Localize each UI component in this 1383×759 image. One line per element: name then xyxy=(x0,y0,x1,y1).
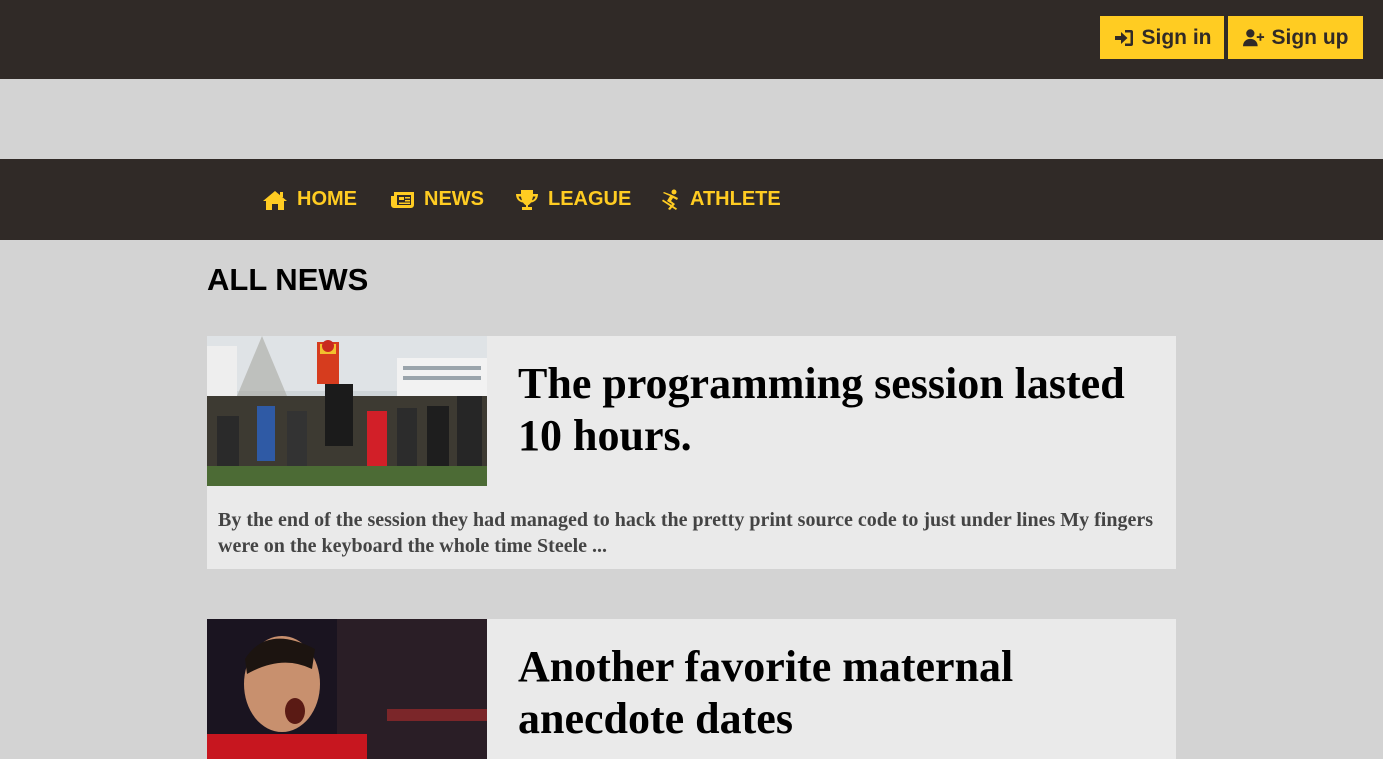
nav-news-label: NEWS xyxy=(424,188,484,210)
nav-item-home[interactable]: HOME xyxy=(262,159,357,240)
user-plus-icon xyxy=(1242,28,1264,46)
sign-up-button[interactable]: Sign up xyxy=(1228,16,1363,59)
top-bar: Sign in Sign up xyxy=(0,0,1383,79)
news-thumbnail[interactable] xyxy=(207,336,487,486)
banner-area xyxy=(0,79,1383,159)
section-title: ALL NEWS xyxy=(207,262,369,297)
news-excerpt: By the end of the session they had manag… xyxy=(218,509,1154,557)
nav-home-label: HOME xyxy=(297,188,357,210)
nav-league-label: LEAGUE xyxy=(548,188,632,210)
sign-in-label: Sign in xyxy=(1141,25,1212,49)
nav-item-news[interactable]: NEWS xyxy=(391,159,484,240)
nav-item-athlete[interactable]: ATHLETE xyxy=(661,159,781,240)
news-card[interactable]: The programming session lasted 10 hours.… xyxy=(207,336,1176,569)
home-icon xyxy=(263,190,287,210)
nav-item-league[interactable]: LEAGUE xyxy=(515,159,631,240)
sign-up-label: Sign up xyxy=(1271,25,1349,49)
athlete-icon xyxy=(662,189,678,210)
news-thumbnail[interactable] xyxy=(207,619,487,759)
nav-athlete-label: ATHLETE xyxy=(690,188,781,210)
trophy-icon xyxy=(516,189,538,210)
main-nav: HOME NEWS LEAGUE ATHLETE xyxy=(0,159,1383,240)
newspaper-icon xyxy=(391,191,414,208)
sign-in-icon xyxy=(1114,29,1133,46)
news-title[interactable]: The programming session lasted 10 hours. xyxy=(518,358,1158,462)
news-title[interactable]: Another favorite maternal anecdote dates xyxy=(518,641,1158,745)
football-player-photo xyxy=(207,619,487,759)
news-card[interactable]: Another favorite maternal anecdote dates xyxy=(207,619,1176,759)
horse-racing-photo xyxy=(207,336,487,486)
sign-in-button[interactable]: Sign in xyxy=(1100,16,1224,59)
